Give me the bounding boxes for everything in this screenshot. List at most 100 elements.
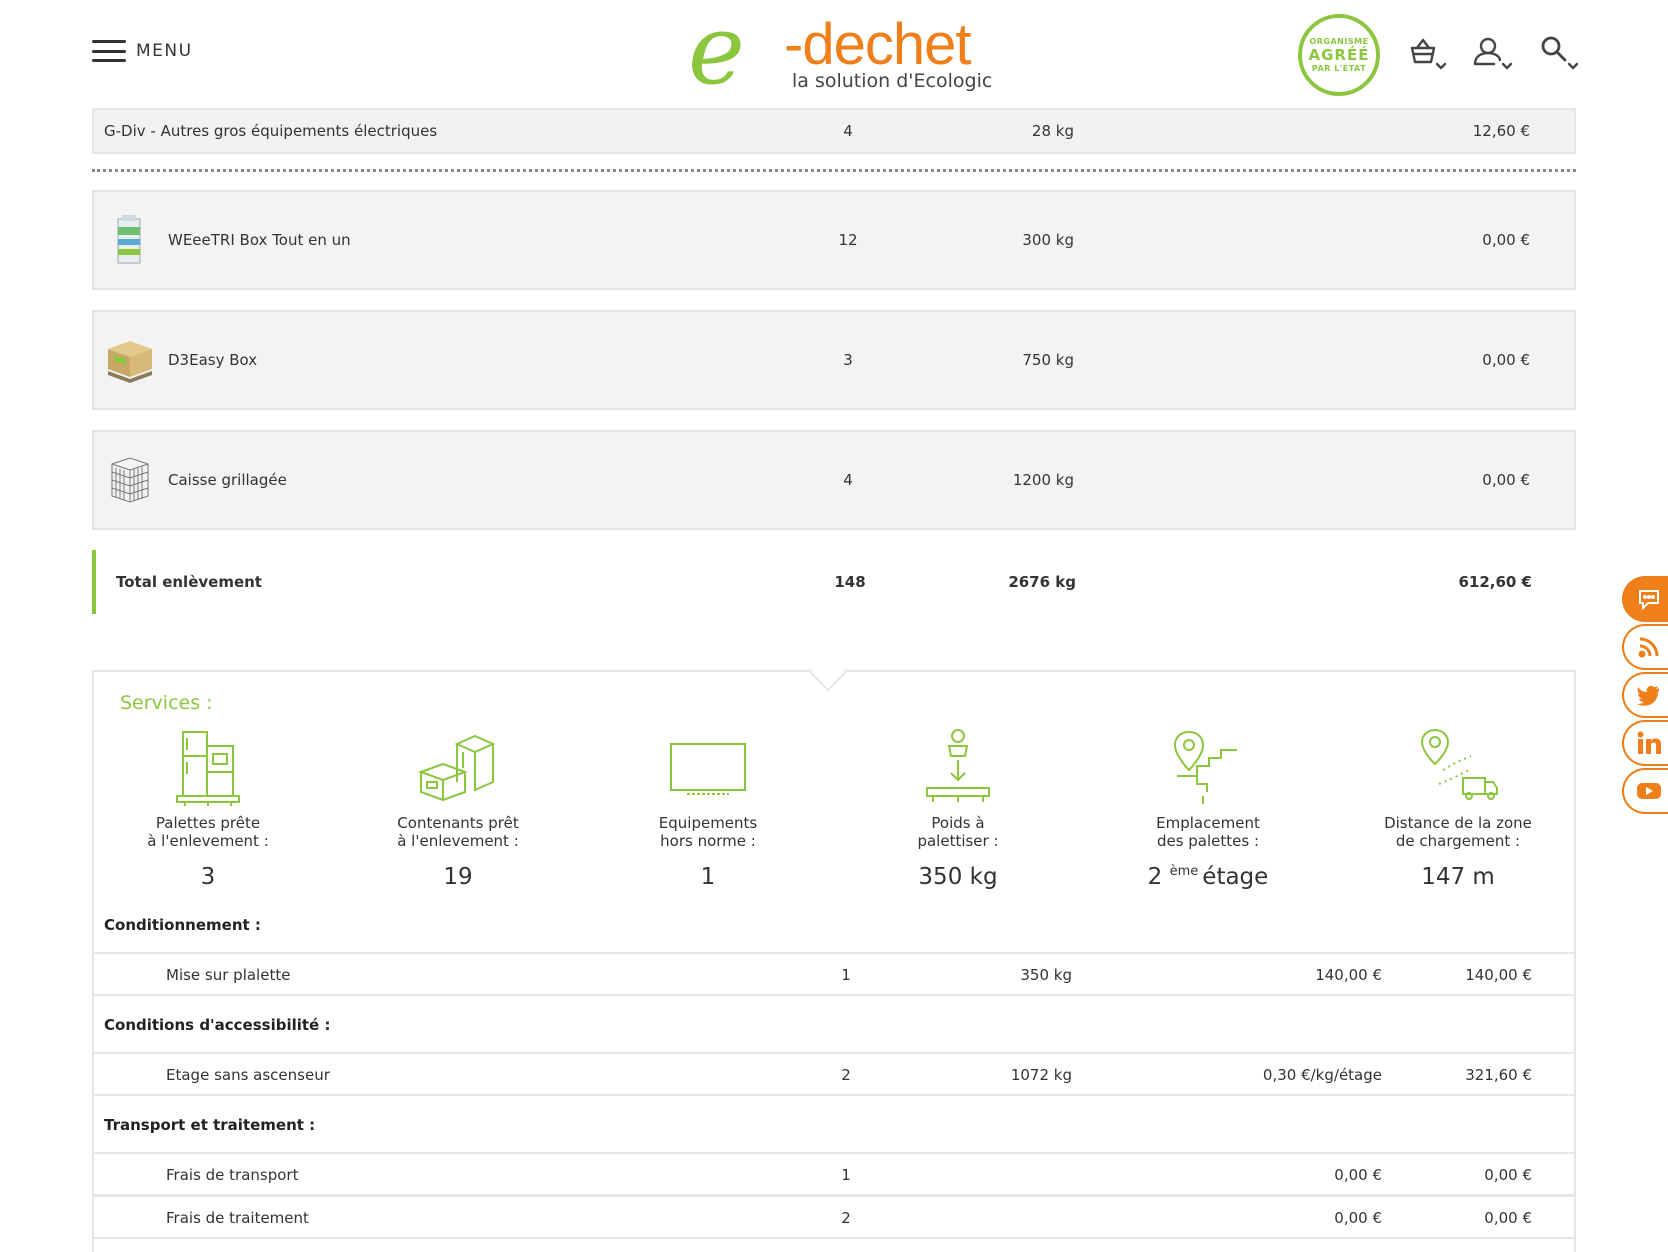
linkedin-icon	[1637, 731, 1661, 754]
service-label: Emplacement des palettes :	[1108, 814, 1308, 850]
service-card-distance: Distance de la zone de chargement : 147 …	[1358, 726, 1558, 890]
service-value-number: 2	[1147, 864, 1163, 890]
service-label-line2: des palettes :	[1156, 832, 1260, 850]
table-row: Mise sur plalette 1 350 kg 140,00 € 140,…	[92, 952, 1576, 996]
row-name: Mise sur plalette	[166, 966, 291, 984]
row-qty: 2	[841, 1066, 851, 1084]
row-price: 0,00 €	[1484, 1209, 1532, 1227]
item-qty: 3	[843, 351, 853, 369]
item-price: 12,60 €	[1472, 122, 1530, 140]
item-weight: 1200 kg	[1012, 471, 1074, 489]
item-weight: 28 kg	[1031, 122, 1074, 140]
site-header: MENU e -dechet la solution d'Ecologic OR…	[0, 0, 1668, 108]
service-label-line1: Distance de la zone	[1384, 814, 1532, 832]
row-qty: 1	[841, 1166, 851, 1184]
total-label: Total enlèvement	[116, 573, 262, 591]
item-price: 0,00 €	[1482, 351, 1530, 369]
row-price: 0,00 €	[1484, 1166, 1532, 1184]
service-label: Equipements hors norme :	[608, 814, 808, 850]
item-weight: 300 kg	[1022, 231, 1074, 249]
service-label-line2: hors norme :	[660, 832, 756, 850]
menu-label: MENU	[136, 41, 193, 61]
service-card-contenants: Contenants prêt à l'enlevement : 19	[358, 726, 558, 890]
table-row-gdiv: G-Div - Autres gros équipements électriq…	[92, 108, 1576, 154]
row-qty: 2	[841, 1209, 851, 1227]
twitter-icon	[1637, 686, 1659, 706]
item-weight: 750 kg	[1022, 351, 1074, 369]
service-label: Palettes prête à l'enlevement :	[108, 814, 308, 850]
service-card-palettes: Palettes prête à l'enlevement : 3	[108, 726, 308, 890]
item-name: G-Div - Autres gros équipements électriq…	[104, 122, 438, 140]
service-card-emplacement: Emplacement des palettes : 2 ème étage	[1108, 726, 1308, 890]
rss-button[interactable]	[1622, 624, 1668, 670]
linkedin-button[interactable]	[1622, 720, 1668, 766]
logo[interactable]: e -dechet la solution d'Ecologic	[688, 2, 992, 98]
service-value: 2 ème étage	[1108, 864, 1308, 890]
table-row-product: D3Easy Box 3 750 kg 0,00 €	[92, 310, 1576, 410]
item-price: 0,00 €	[1482, 231, 1530, 249]
service-value: 1	[700, 864, 716, 890]
total-price: 612,60 €	[1458, 573, 1532, 591]
row-name: Frais de transport	[166, 1166, 299, 1184]
user-icon[interactable]	[1470, 34, 1514, 74]
table-row: Etage sans ascenseur 2 1072 kg 0,30 €/kg…	[92, 1052, 1576, 1096]
row-unit-price: 0,00 €	[1334, 1209, 1382, 1227]
weight-pallet-icon	[913, 726, 1003, 808]
item-qty: 12	[838, 231, 858, 249]
service-label: Distance de la zone de chargement :	[1358, 814, 1558, 850]
total-row: Total enlèvement 148 2676 kg 612,60 €	[92, 550, 1576, 614]
logo-tagline: la solution d'Ecologic	[792, 70, 993, 92]
row-weight: 1072 kg	[1010, 1066, 1072, 1084]
service-label-line1: Emplacement	[1156, 814, 1260, 832]
service-card-equipements: Equipements hors norme : 1	[608, 726, 808, 890]
service-value: 3	[200, 864, 216, 890]
chat-button[interactable]	[1622, 576, 1668, 622]
badge-line1: ORGANISME	[1309, 37, 1369, 46]
table-row-product: Caisse grillagée 4 1200 kg 0,00 €	[92, 430, 1576, 530]
row-unit-price: 140,00 €	[1315, 966, 1382, 984]
table-row-product: WEeeTRI Box Tout en un 12 300 kg 0,00 €	[92, 190, 1576, 290]
row-weight: 350 kg	[1020, 966, 1072, 984]
total-weight: 2676 kg	[1008, 573, 1076, 591]
hamburger-icon	[92, 40, 126, 62]
caisse-grillagee-icon	[102, 450, 158, 510]
logo-name: -dechet	[784, 12, 971, 77]
service-label-line2: à l'enlevement :	[397, 832, 519, 850]
section-transport: Transport et traitement :	[104, 1116, 316, 1134]
row-unit-price: 0,30 €/kg/étage	[1262, 1066, 1382, 1084]
badge-line2: AGRÉÉ	[1308, 46, 1370, 64]
service-label-line2: de chargement :	[1395, 832, 1521, 850]
total-qty: 148	[834, 573, 866, 591]
service-card-poids: Poids à palettiser : 350 kg	[858, 726, 1058, 890]
section-accessibilite: Conditions d'accessibilité :	[104, 1016, 331, 1034]
location-stairs-icon	[1163, 726, 1253, 808]
table-row: Frais de traitement 2 0,00 € 0,00 €	[92, 1195, 1576, 1239]
item-qty: 4	[843, 122, 853, 140]
service-value-sup: ème	[1169, 864, 1199, 879]
item-name: D3Easy Box	[168, 351, 258, 369]
section-conditionnement: Conditionnement :	[104, 916, 261, 934]
twitter-button[interactable]	[1622, 672, 1668, 718]
d3easy-box-icon	[102, 330, 158, 390]
search-icon[interactable]	[1536, 34, 1580, 74]
service-value-suffix: étage	[1202, 864, 1269, 890]
screen-icon	[663, 726, 753, 808]
item-qty: 4	[843, 471, 853, 489]
chat-icon	[1639, 590, 1659, 611]
pallet-appliances-icon	[163, 726, 253, 808]
location-truck-icon	[1413, 726, 1503, 808]
item-name: WEeeTRI Box Tout en un	[168, 231, 351, 249]
cart-icon[interactable]	[1404, 34, 1448, 74]
weeetri-box-icon	[102, 210, 158, 270]
service-value: 19	[443, 864, 473, 890]
row-price: 140,00 €	[1465, 966, 1532, 984]
row-qty: 1	[841, 966, 851, 984]
item-name: Caisse grillagée	[168, 471, 287, 489]
service-label: Contenants prêt à l'enlevement :	[358, 814, 558, 850]
menu-button[interactable]: MENU	[92, 40, 193, 62]
logo-e: e	[688, 0, 745, 106]
service-value: 147 m	[1421, 864, 1495, 890]
youtube-button[interactable]	[1622, 768, 1668, 814]
service-label-line2: palettiser :	[917, 832, 999, 850]
table-row: Frais de transport 1 0,00 € 0,00 €	[92, 1152, 1576, 1196]
